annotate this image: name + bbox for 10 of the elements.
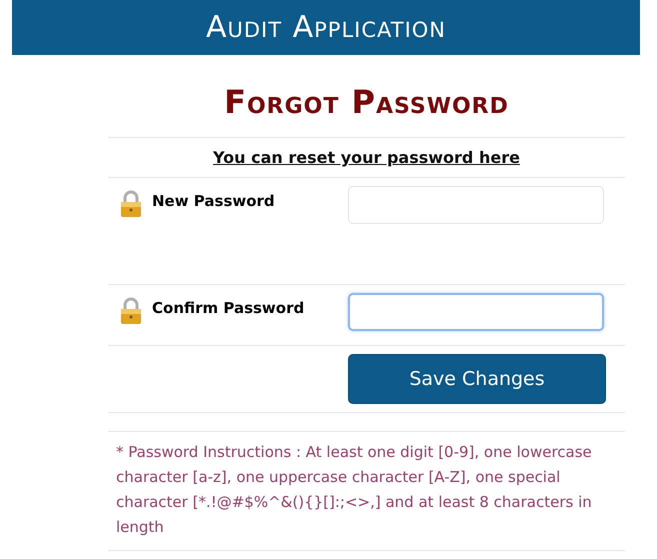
password-field[interactable]: [348, 293, 604, 331]
field-label: New Password: [152, 192, 275, 210]
padlock-icon: [120, 297, 142, 325]
field-label: Confirm Password: [152, 299, 304, 317]
app-title: Audit Application: [206, 10, 446, 45]
save-changes-button[interactable]: Save Changes: [348, 354, 606, 404]
reset-subtitle: You can reset your password here: [213, 148, 520, 167]
password-instructions: * Password Instructions : At least one digit [0-9], one lowercase character [a-z], one uppercase character [A-Z], one special character [*.!@#$%^&(){}[]:;<>,] and at least 8 characters in length: [116, 443, 592, 536]
page-title: Forgot Password: [108, 55, 625, 138]
padlock-icon: [120, 190, 142, 218]
